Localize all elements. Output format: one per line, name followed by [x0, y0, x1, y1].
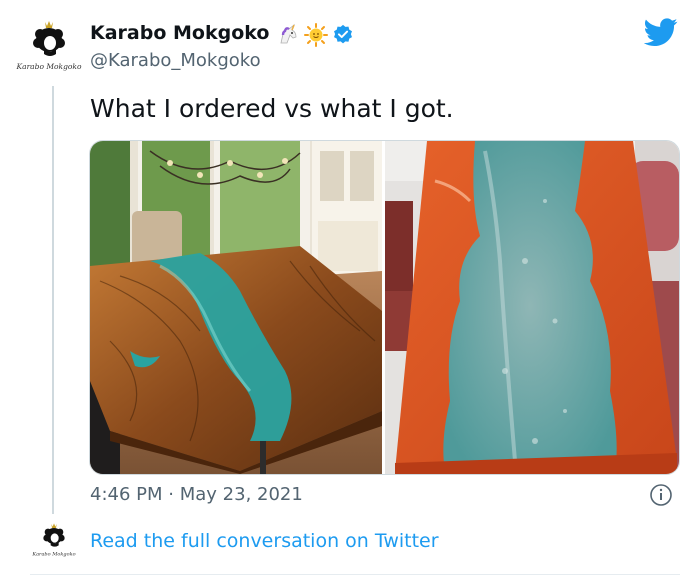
author-handle[interactable]: @Karabo_Mokgoko — [90, 50, 261, 71]
display-name[interactable]: Karabo Mokgoko — [90, 22, 269, 44]
thread-line — [52, 86, 54, 514]
author-avatar-small[interactable]: Karabo Mokgoko — [30, 520, 78, 560]
twitter-bird-icon[interactable] — [643, 18, 678, 48]
name-badges — [276, 22, 354, 48]
tweet-timestamp[interactable]: 4:46 PM · May 23, 2021 — [90, 484, 303, 505]
divider — [30, 574, 680, 575]
author-avatar[interactable]: Karabo Mokgoko — [14, 16, 84, 76]
tweet-date[interactable]: May 23, 2021 — [180, 484, 303, 505]
timestamp-separator: · — [168, 484, 174, 505]
sun-icon — [304, 23, 328, 47]
verified-icon — [334, 24, 352, 44]
unicorn-icon — [280, 23, 297, 44]
tweet-media[interactable] — [89, 140, 680, 475]
photo-ordered[interactable] — [90, 141, 382, 474]
photo-received[interactable] — [385, 141, 679, 474]
logo-signature: Karabo Mokgoko — [16, 62, 82, 71]
tweet-text: What I ordered vs what I got. — [90, 94, 454, 123]
read-conversation-link[interactable]: Read the full conversation on Twitter — [90, 530, 439, 552]
logo-signature-small: Karabo Mokgoko — [31, 551, 75, 557]
tweet-time[interactable]: 4:46 PM — [90, 484, 163, 505]
info-icon[interactable] — [649, 483, 673, 507]
